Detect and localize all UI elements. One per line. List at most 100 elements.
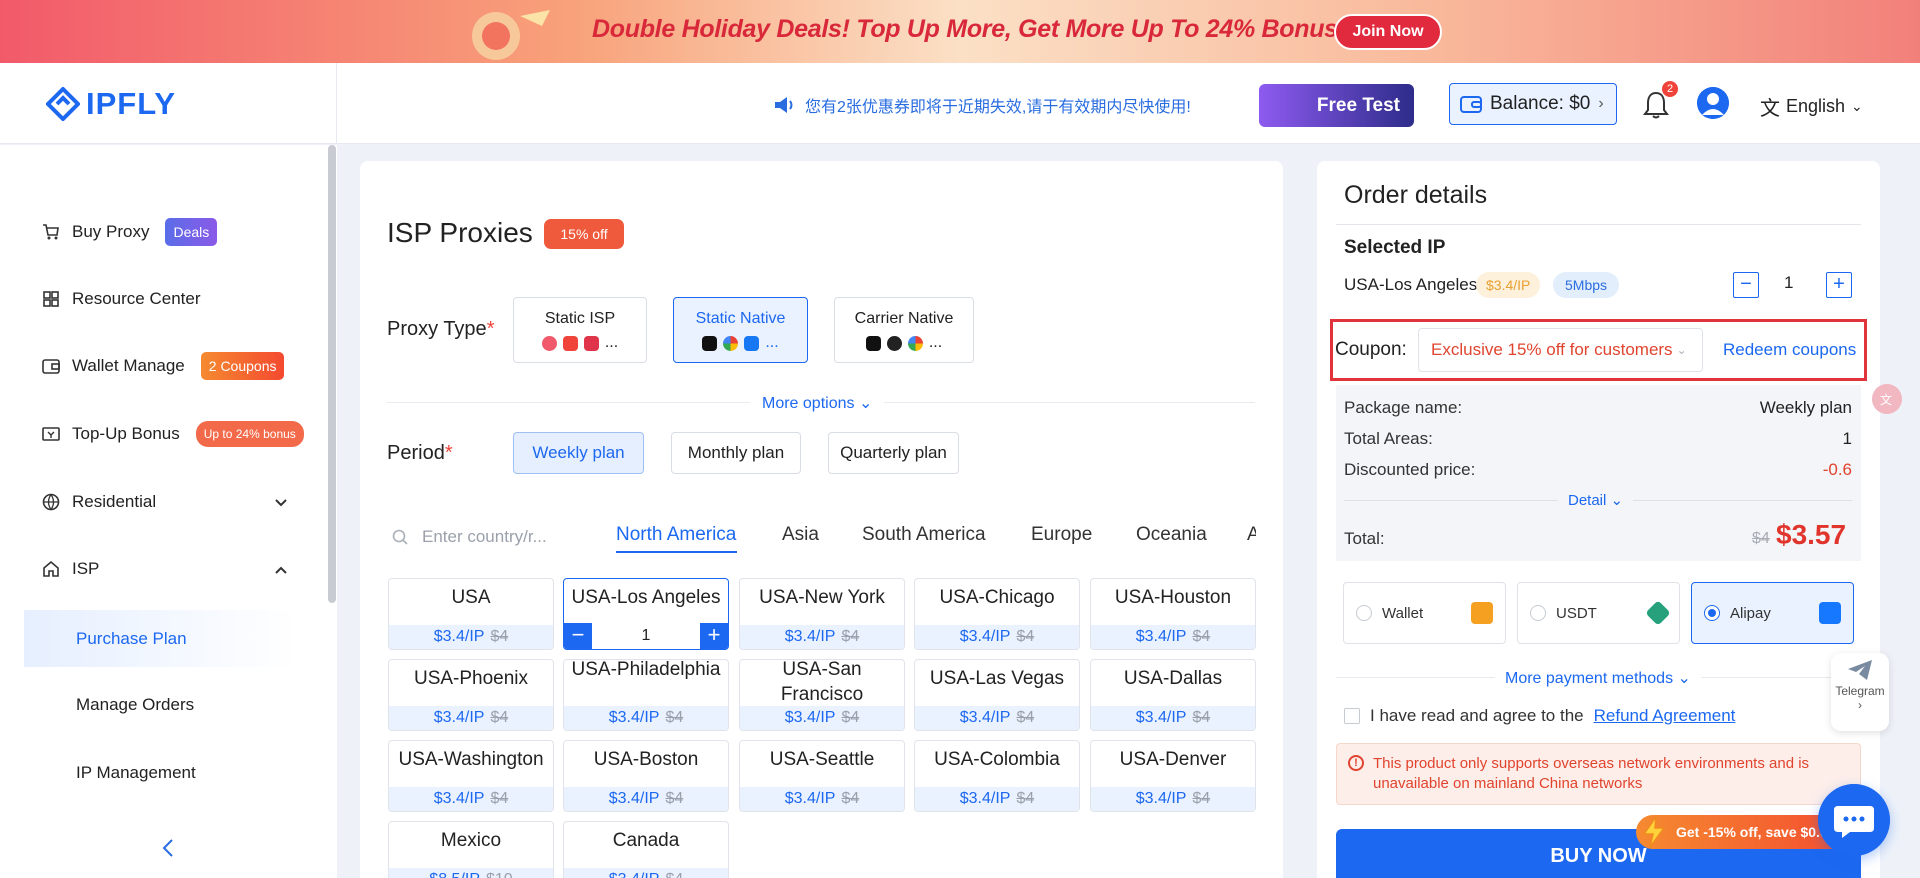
sidebar-item-top-up-bonus[interactable]: Top-Up Bonus Up to 24% bonus <box>42 421 304 447</box>
radio-button[interactable] <box>1356 605 1372 621</box>
city-card[interactable]: USA $3.4/IP $4 <box>388 578 554 650</box>
decrease-button[interactable]: − <box>564 623 592 649</box>
chevron-down-icon: ⌄ <box>1677 670 1691 687</box>
tab-overflow[interactable]: A <box>1247 524 1256 546</box>
original-price: $4 <box>490 709 509 726</box>
avatar[interactable] <box>1697 87 1729 119</box>
summary-value: Weekly plan <box>1759 398 1852 417</box>
sidebar-scrollbar[interactable] <box>328 145 336 603</box>
city-card[interactable]: USA-Las Vegas $3.4/IP $4 <box>914 659 1080 731</box>
city-card[interactable]: USA-Houston $3.4/IP $4 <box>1090 578 1256 650</box>
refund-agreement-link[interactable]: Refund Agreement <box>1594 706 1736 726</box>
radio-button[interactable] <box>1530 605 1546 621</box>
price-value: $3.4/IP <box>433 709 485 726</box>
translate-float-icon[interactable]: 文 <box>1872 384 1902 414</box>
banner-headline: Double Holiday Deals! Top Up More, Get M… <box>592 15 1346 43</box>
svg-text:文: 文 <box>1880 392 1892 407</box>
telegram-button[interactable]: Telegram › <box>1831 653 1889 731</box>
chevron-down-icon[interactable] <box>274 496 288 510</box>
period-quarterly[interactable]: Quarterly plan <box>828 432 959 474</box>
city-card[interactable]: USA-Chicago $3.4/IP $4 <box>914 578 1080 650</box>
language-selector[interactable]: 文 English ⌄ <box>1760 92 1863 121</box>
city-card[interactable]: USA-Washington $3.4/IP $4 <box>388 740 554 812</box>
tab-oceania[interactable]: Oceania <box>1136 524 1207 546</box>
proxy-type-static-isp[interactable]: Static ISP ... <box>513 297 647 363</box>
price-value: $3.4/IP <box>784 628 836 645</box>
proxy-type-static-native[interactable]: Static Native ... <box>673 297 808 363</box>
city-name: USA-Washington <box>398 749 544 770</box>
sidebar-item-wallet-manage[interactable]: Wallet Manage 2 Coupons <box>42 352 285 380</box>
sidebar-item-purchase-plan[interactable]: Purchase Plan <box>24 610 296 667</box>
proxy-type-carrier-native[interactable]: Carrier Native ... <box>834 297 974 363</box>
increase-quantity-button[interactable]: + <box>1826 272 1852 298</box>
sidebar-item-isp[interactable]: ISP <box>42 559 99 579</box>
app-icon <box>583 335 599 351</box>
free-test-label: Free Test <box>1316 94 1400 116</box>
sidebar-item-manage-orders[interactable]: Manage Orders <box>76 695 194 715</box>
payment-usdt[interactable]: USDT <box>1517 582 1680 644</box>
tab-europe[interactable]: Europe <box>1031 524 1092 546</box>
coupon-expiry-notice[interactable]: 您有2张优惠券即将于近期失效,请于有效期内尽快使用! <box>773 93 1191 117</box>
free-test-button[interactable]: Free Test <box>1259 84 1414 127</box>
detail-toggle[interactable]: Detail ⌄ <box>1558 491 1634 509</box>
tab-south-america[interactable]: South America <box>862 524 986 546</box>
decrease-quantity-button[interactable]: − <box>1733 272 1759 298</box>
chevron-down-icon: ⌄ <box>1676 343 1687 357</box>
collapse-sidebar-icon[interactable] <box>160 838 176 858</box>
agreement-checkbox[interactable] <box>1344 708 1360 724</box>
tab-north-america[interactable]: North America <box>616 524 736 546</box>
original-price: $4 <box>1016 628 1035 645</box>
redeem-coupons-link[interactable]: Redeem coupons <box>1723 340 1856 360</box>
summary-label: Total Areas: <box>1344 429 1433 448</box>
payment-wallet[interactable]: Wallet <box>1343 582 1506 644</box>
price-value: $3.4/IP <box>433 790 485 807</box>
original-price: $4 <box>1016 790 1035 807</box>
sidebar-item-label: ISP <box>72 559 100 578</box>
price-value: $3.4/IP <box>784 709 836 726</box>
city-card[interactable]: USA-Los Angeles −1 + <box>563 578 729 650</box>
city-card[interactable]: USA-Denver $3.4/IP $4 <box>1090 740 1256 812</box>
app-icon <box>562 335 578 351</box>
join-now-button[interactable]: Join Now <box>1334 14 1442 50</box>
city-price: $3.4/IP $4 <box>740 706 904 730</box>
sidebar-item-ip-management[interactable]: IP Management <box>76 763 196 783</box>
sidebar-item-residential[interactable]: Residential <box>42 492 156 512</box>
more-ellipsis: ... <box>928 334 943 351</box>
more-options-toggle[interactable]: More options ⌄ <box>750 393 885 413</box>
divider <box>1336 224 1861 225</box>
city-card[interactable]: USA-San Francisco $3.4/IP $4 <box>739 659 905 731</box>
city-card[interactable]: USA-Philadelphia $3.4/IP $4 <box>563 659 729 731</box>
logo[interactable]: IPFLY <box>0 63 337 144</box>
city-card[interactable]: USA-New York $3.4/IP $4 <box>739 578 905 650</box>
city-price: $3.4/IP $4 <box>389 625 553 649</box>
city-card[interactable]: USA-Colombia $3.4/IP $4 <box>914 740 1080 812</box>
balance-button[interactable]: Balance: $0 › <box>1449 83 1617 125</box>
city-card[interactable]: Mexico $8.5/IP $10 <box>388 821 554 878</box>
sidebar-item-buy-proxy[interactable]: Buy Proxy Deals <box>42 218 218 246</box>
period-weekly[interactable]: Weekly plan <box>513 432 644 474</box>
radio-button[interactable] <box>1704 605 1720 621</box>
city-card[interactable]: USA-Phoenix $3.4/IP $4 <box>388 659 554 731</box>
city-card[interactable]: USA-Boston $3.4/IP $4 <box>563 740 729 812</box>
chat-icon[interactable] <box>1818 784 1890 856</box>
chevron-up-icon[interactable] <box>274 563 288 577</box>
alipay-icon <box>1819 602 1841 624</box>
sidebar-item-label: Wallet Manage <box>72 356 185 375</box>
sidebar-item-label: Resource Center <box>72 289 201 308</box>
city-card[interactable]: USA-Seattle $3.4/IP $4 <box>739 740 905 812</box>
coupon-select[interactable]: Exclusive 15% off for customers ⌄ <box>1418 328 1703 372</box>
period-monthly[interactable]: Monthly plan <box>671 432 801 474</box>
increase-button[interactable]: + <box>700 623 728 649</box>
deals-badge: Deals <box>165 218 218 246</box>
country-search-input[interactable]: Enter country/r... <box>392 522 572 552</box>
city-name: USA-New York <box>759 587 885 608</box>
city-card[interactable]: Canada $3.4/IP $4 <box>563 821 729 878</box>
city-card[interactable]: USA-Dallas $3.4/IP $4 <box>1090 659 1256 731</box>
sidebar-item-resource-center[interactable]: Resource Center <box>42 289 201 309</box>
payment-alipay[interactable]: Alipay <box>1691 582 1854 644</box>
tab-asia[interactable]: Asia <box>782 524 819 546</box>
more-payment-methods-toggle[interactable]: More payment methods ⌄ <box>1495 668 1701 688</box>
quantity-value[interactable]: 1 <box>592 623 700 649</box>
original-price: $4 <box>665 790 684 807</box>
quantity-value[interactable]: 1 <box>1784 273 1793 293</box>
